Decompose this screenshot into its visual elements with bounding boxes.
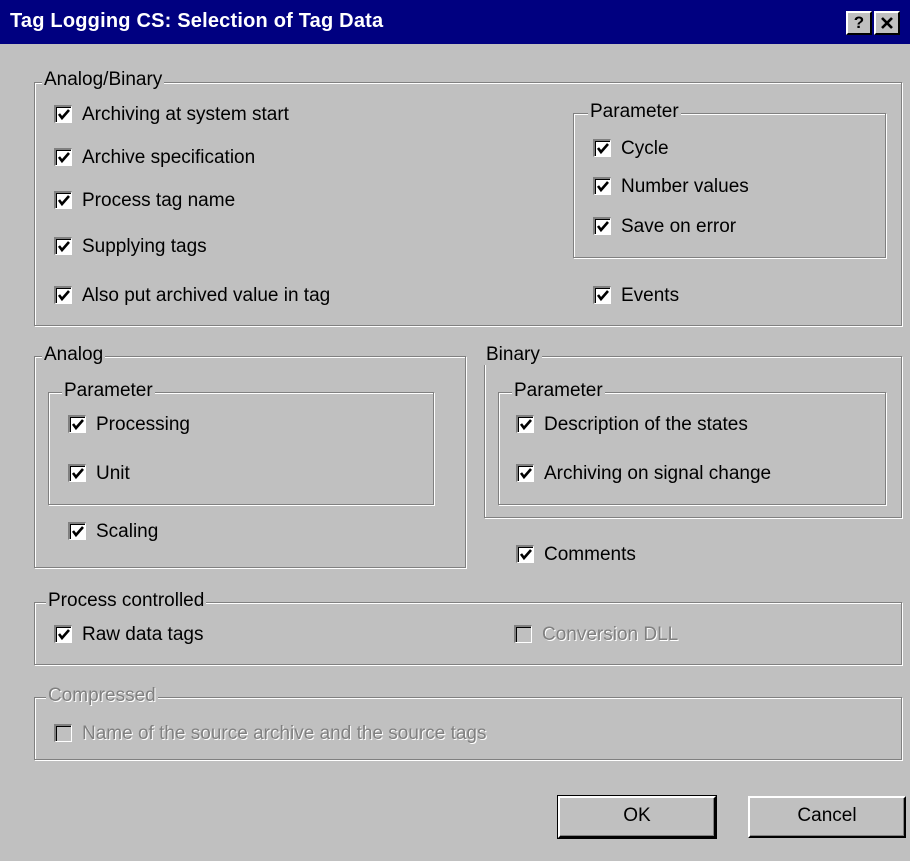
process-controlled-legend: Process controlled — [46, 590, 207, 611]
checkbox-label: Number values — [621, 176, 749, 197]
checkbox-box — [54, 105, 72, 123]
checkbox-box — [516, 464, 534, 482]
checkbox-label: Archiving at system start — [82, 104, 289, 125]
checkbox-box — [68, 464, 86, 482]
window-title: Tag Logging CS: Selection of Tag Data — [10, 10, 384, 32]
binary-parameter-legend: Parameter — [512, 380, 605, 401]
checkbox-label: Save on error — [621, 216, 737, 237]
checkbox-label: Archiving on signal change — [544, 463, 772, 484]
checkbox-label: Archive specification — [82, 147, 256, 168]
checkbox-box — [516, 415, 534, 433]
analog-binary-legend: Analog/Binary — [42, 69, 165, 90]
binary-parameter-group — [498, 392, 886, 505]
close-button[interactable] — [874, 11, 900, 35]
checkbox-label: Description of the states — [544, 414, 748, 435]
checkbox-label: Unit — [96, 463, 130, 484]
analog-parameter-legend: Parameter — [62, 380, 155, 401]
checkbox-box — [516, 545, 534, 563]
checkbox-label: Scaling — [96, 521, 159, 542]
binary-legend: Binary — [484, 344, 542, 365]
close-icon — [881, 17, 893, 29]
checkbox-box — [68, 522, 86, 540]
checkbox-box — [54, 724, 72, 742]
checkbox-label: Cycle — [621, 138, 669, 159]
cancel-button[interactable]: Cancel — [748, 796, 906, 838]
checkbox-box — [593, 217, 611, 235]
checkbox-box — [54, 286, 72, 304]
compressed-legend: Compressed — [46, 685, 158, 706]
checkbox-label: Comments — [544, 544, 636, 565]
checkbox-label: Processing — [96, 414, 190, 435]
checkbox-box — [593, 286, 611, 304]
analog-parameter-group — [48, 392, 434, 505]
checkbox-box — [54, 191, 72, 209]
checkbox-box — [514, 625, 532, 643]
checkbox-label: Name of the source archive and the sourc… — [82, 723, 487, 744]
title-bar[interactable]: Tag Logging CS: Selection of Tag Data ? — [0, 0, 910, 44]
checkbox-box — [54, 625, 72, 643]
checkbox-label: Also put archived value in tag — [82, 285, 331, 306]
checkbox-box — [593, 177, 611, 195]
checkbox-label: Supplying tags — [82, 236, 207, 257]
analog-binary-parameter-legend: Parameter — [588, 101, 681, 122]
checkbox-label: Conversion DLL — [542, 624, 679, 645]
ok-button[interactable]: OK — [557, 795, 717, 839]
checkbox-box — [593, 139, 611, 157]
checkbox-box — [54, 148, 72, 166]
analog-legend: Analog — [42, 344, 106, 365]
checkbox-label: Raw data tags — [82, 624, 204, 645]
checkbox-box — [54, 237, 72, 255]
checkbox-box — [68, 415, 86, 433]
checkbox-label: Events — [621, 285, 680, 306]
help-button[interactable]: ? — [846, 11, 872, 35]
checkbox-label: Process tag name — [82, 190, 236, 211]
